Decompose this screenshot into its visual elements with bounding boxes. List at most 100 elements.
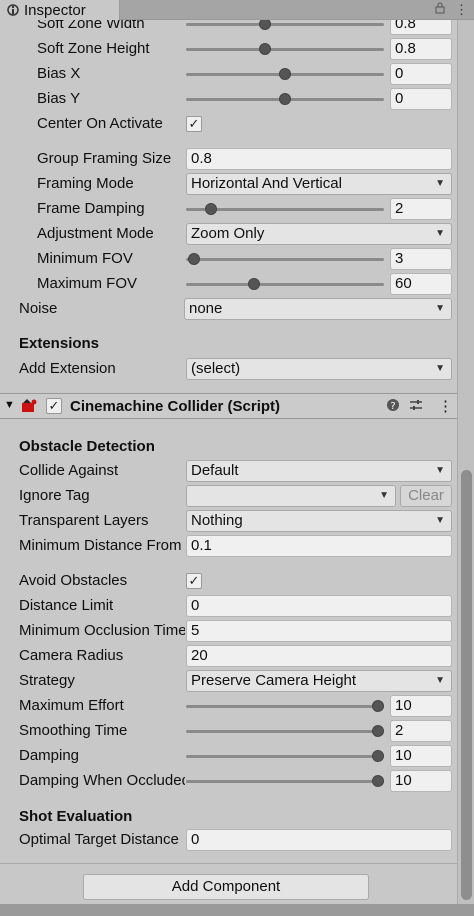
bias-x-thumb[interactable] <box>279 68 291 80</box>
avoid-obstacles-row: Avoid Obstacles ✓ <box>0 569 457 594</box>
bias-y-row: Bias Y 0 <box>0 87 457 112</box>
soft-zone-height-field[interactable]: 0.8 <box>390 38 452 60</box>
transparent-layers-row: Transparent Layers Nothing ▼ <box>0 509 457 534</box>
maximum-effort-track[interactable] <box>186 705 384 708</box>
ignore-tag-row: Ignore Tag ▼ Clear <box>0 484 457 509</box>
maximum-fov-track[interactable] <box>186 283 384 286</box>
minimum-distance-field[interactable]: 0.1 <box>186 535 452 557</box>
center-on-activate-checkbox[interactable]: ✓ <box>186 116 202 132</box>
strategy-dropdown[interactable]: Preserve Camera Height ▼ <box>186 670 452 692</box>
soft-zone-width-thumb[interactable] <box>259 20 271 30</box>
minimum-fov-thumb[interactable] <box>188 253 200 265</box>
damping-when-occluded-field[interactable]: 10 <box>390 770 452 792</box>
shot-heading-row: Shot Evaluation <box>0 805 457 830</box>
maximum-effort-thumb[interactable] <box>372 700 384 712</box>
avoid-obstacles-label: Avoid Obstacles <box>19 572 128 589</box>
damping-when-occluded-track[interactable] <box>186 780 384 783</box>
collider-component-header[interactable]: ▼ ✓ Cinemachine Collider (Script) ? ⋮ <box>0 393 457 419</box>
group-framing-size-row: Group Framing Size 0.8 <box>0 147 457 172</box>
adjustment-mode-label: Adjustment Mode <box>37 225 154 242</box>
group-framing-size-label: Group Framing Size <box>37 150 172 167</box>
collider-enabled-checkbox[interactable]: ✓ <box>46 398 62 414</box>
damping-track[interactable] <box>186 755 384 758</box>
inspector-content: Soft Zone Width 0.8 Soft Zone Height 0.8… <box>0 20 457 904</box>
smoothing-time-label: Smoothing Time <box>19 722 128 739</box>
camera-radius-field[interactable]: 20 <box>186 645 452 667</box>
maximum-effort-row: Maximum Effort 10 <box>0 694 457 719</box>
shot-evaluation-heading: Shot Evaluation <box>19 808 133 825</box>
frame-damping-row: Frame Damping 2 <box>0 197 457 222</box>
minimum-fov-row: Minimum FOV 3 <box>0 247 457 272</box>
tab-inspector[interactable]: Inspector <box>0 0 120 20</box>
clear-button[interactable]: Clear <box>400 485 452 507</box>
soft-zone-height-track[interactable] <box>186 48 384 51</box>
framing-mode-row: Framing Mode Horizontal And Vertical ▼ <box>0 172 457 197</box>
noise-value: none <box>189 300 223 317</box>
camera-radius-label: Camera Radius <box>19 647 124 664</box>
framing-mode-value: Horizontal And Vertical <box>191 175 342 192</box>
add-extension-label: Add Extension <box>19 360 116 377</box>
damping-label: Damping <box>19 747 80 764</box>
bias-x-field[interactable]: 0 <box>390 63 452 85</box>
add-component-button[interactable]: Add Component <box>83 874 369 900</box>
bias-y-field[interactable]: 0 <box>390 88 452 110</box>
kebab-menu-icon[interactable]: ⋮ <box>438 397 453 415</box>
dropdown-arrow-icon: ▼ <box>435 178 445 189</box>
frame-damping-field[interactable]: 2 <box>390 198 452 220</box>
damping-field[interactable]: 10 <box>390 745 452 767</box>
soft-zone-width-field[interactable]: 0.8 <box>390 20 452 35</box>
svg-text:?: ? <box>390 401 395 412</box>
ignore-tag-dropdown[interactable]: ▼ <box>186 485 396 507</box>
transparent-layers-dropdown[interactable]: Nothing ▼ <box>186 510 452 532</box>
damping-when-occluded-thumb[interactable] <box>372 775 384 787</box>
maximum-fov-field[interactable]: 60 <box>390 273 452 295</box>
damping-when-occluded-label: Damping When Occluded <box>19 772 185 789</box>
adjustment-mode-dropdown[interactable]: Zoom Only ▼ <box>186 223 452 245</box>
noise-dropdown[interactable]: none ▼ <box>184 298 452 320</box>
collide-against-dropdown[interactable]: Default ▼ <box>186 460 452 482</box>
presets-icon[interactable] <box>409 398 423 416</box>
add-extension-row: Add Extension (select) ▼ <box>0 357 457 382</box>
damping-thumb[interactable] <box>372 750 384 762</box>
soft-zone-width-track[interactable] <box>186 23 384 26</box>
damping-when-occluded-row: Damping When Occluded 10 <box>0 769 457 794</box>
soft-zone-height-thumb[interactable] <box>259 43 271 55</box>
smoothing-time-row: Smoothing Time 2 <box>0 719 457 744</box>
distance-limit-field[interactable]: 0 <box>186 595 452 617</box>
soft-zone-width-row: Soft Zone Width 0.8 <box>0 20 457 37</box>
distance-limit-label: Distance Limit <box>19 597 114 614</box>
frame-damping-thumb[interactable] <box>205 203 217 215</box>
smoothing-time-track[interactable] <box>186 730 384 733</box>
extensions-heading: Extensions <box>19 335 100 352</box>
minimum-fov-track[interactable] <box>186 258 384 261</box>
optimal-target-distance-field[interactable]: 0 <box>186 829 452 851</box>
dropdown-arrow-icon: ▼ <box>435 515 445 526</box>
scrollbar[interactable] <box>457 20 474 904</box>
group-framing-size-field[interactable]: 0.8 <box>186 148 452 170</box>
avoid-obstacles-checkbox[interactable]: ✓ <box>186 573 202 589</box>
minimum-occlusion-time-label: Minimum Occlusion Time <box>19 622 185 639</box>
kebab-menu-icon[interactable]: ⋮ <box>455 2 468 18</box>
transparent-layers-label: Transparent Layers <box>19 512 149 529</box>
add-extension-dropdown[interactable]: (select) ▼ <box>186 358 452 380</box>
bias-x-row: Bias X 0 <box>0 62 457 87</box>
maximum-effort-label: Maximum Effort <box>19 697 124 714</box>
soft-zone-width-label: Soft Zone Width <box>37 20 145 32</box>
distance-limit-row: Distance Limit 0 <box>0 594 457 619</box>
frame-damping-label: Frame Damping <box>37 200 145 217</box>
scrollbar-thumb[interactable] <box>461 470 472 900</box>
help-icon[interactable]: ? <box>386 398 400 416</box>
maximum-effort-field[interactable]: 10 <box>390 695 452 717</box>
minimum-fov-field[interactable]: 3 <box>390 248 452 270</box>
framing-mode-dropdown[interactable]: Horizontal And Vertical ▼ <box>186 173 452 195</box>
smoothing-time-field[interactable]: 2 <box>390 720 452 742</box>
minimum-occlusion-time-field[interactable]: 5 <box>186 620 452 642</box>
dropdown-arrow-icon: ▼ <box>435 465 445 476</box>
foldout-arrow-icon[interactable]: ▼ <box>4 399 15 411</box>
maximum-fov-thumb[interactable] <box>248 278 260 290</box>
bias-y-thumb[interactable] <box>279 93 291 105</box>
divider <box>0 863 457 864</box>
lock-icon[interactable] <box>435 2 445 18</box>
smoothing-time-thumb[interactable] <box>372 725 384 737</box>
maximum-fov-row: Maximum FOV 60 <box>0 272 457 297</box>
